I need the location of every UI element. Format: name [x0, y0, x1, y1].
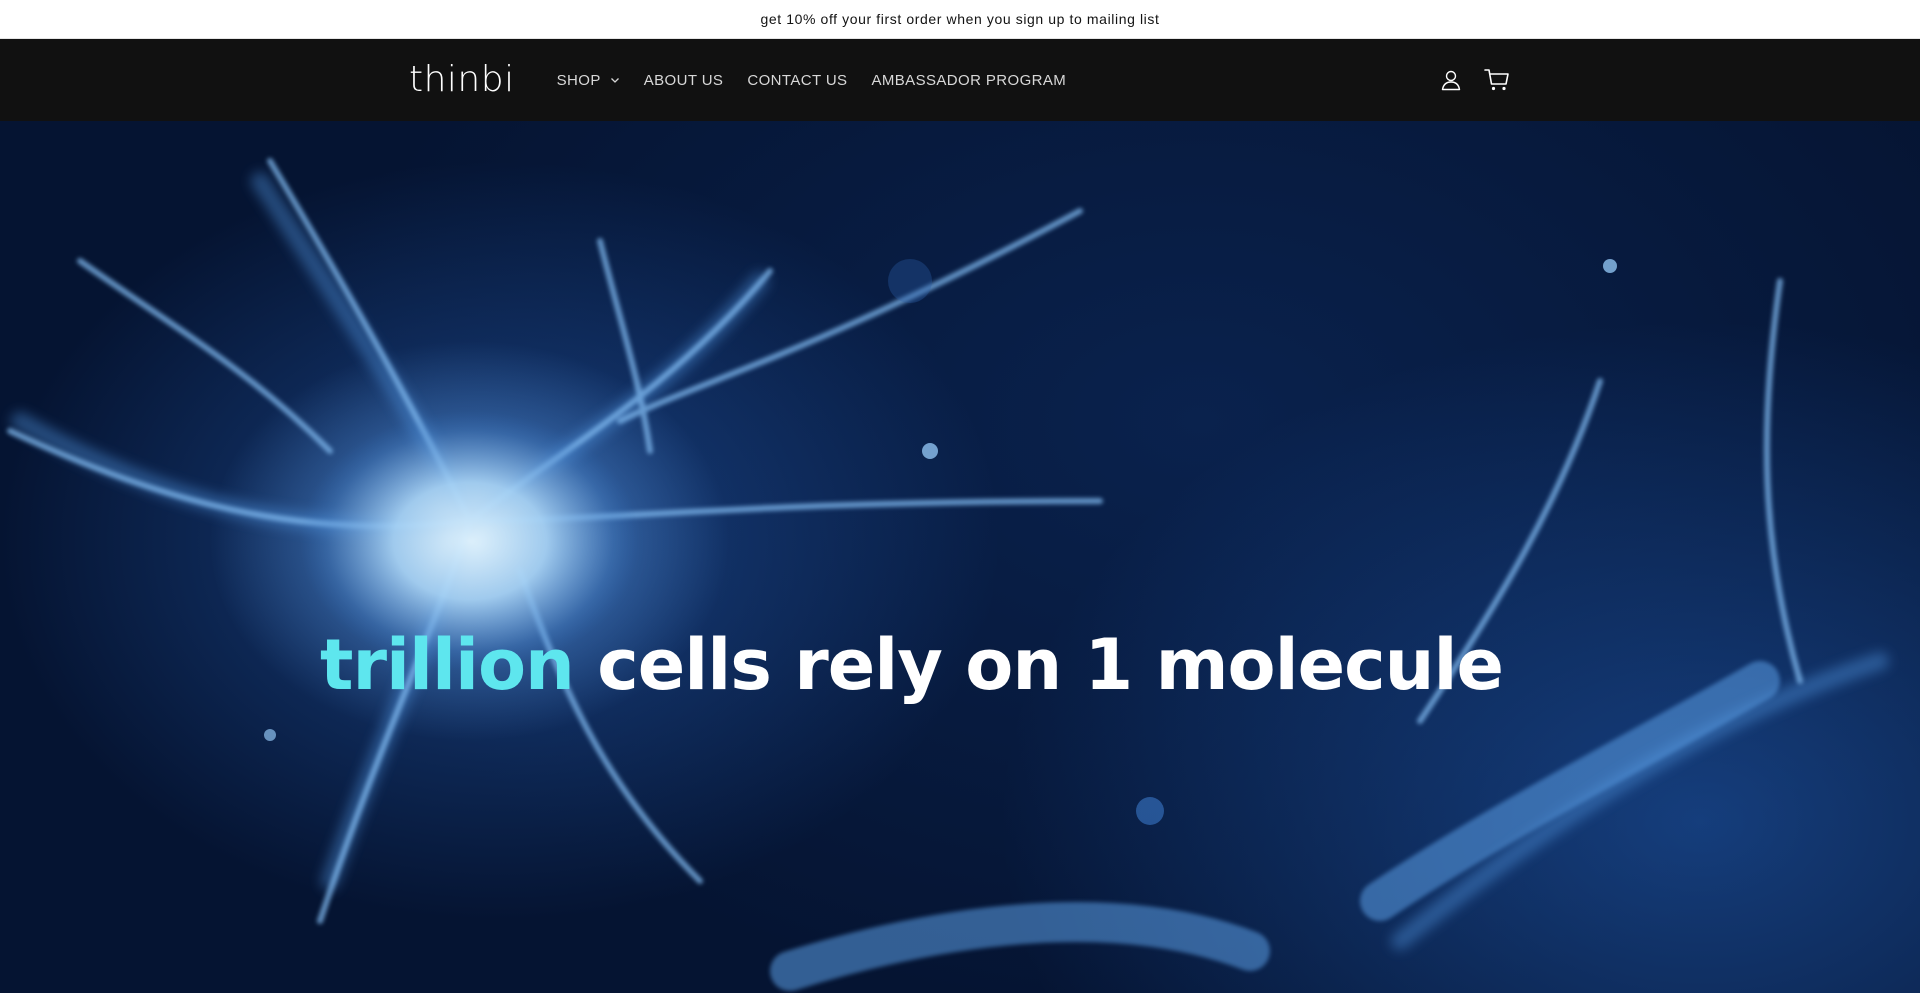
account-icon[interactable] — [1437, 66, 1465, 94]
site-header: thinbi SHOP ABOUT US CONTACT US AMBASSAD… — [0, 39, 1920, 121]
nav-item-label: SHOP — [556, 71, 601, 89]
header-icons — [1437, 66, 1511, 94]
nav-item-label: ABOUT US — [643, 71, 724, 89]
hero-headline-accent: trillion — [320, 624, 575, 706]
nav-item-label: AMBASSADOR PROGRAM — [871, 71, 1067, 89]
nav-item-ambassador-program[interactable]: AMBASSADOR PROGRAM — [859, 72, 1078, 89]
cart-icon[interactable] — [1483, 66, 1511, 94]
announcement-bar: get 10% off your first order when you si… — [0, 0, 1920, 39]
nav-item-label: CONTACT US — [747, 71, 848, 89]
nav-item-contact-us[interactable]: CONTACT US — [735, 72, 859, 89]
neuron-background-image — [7, 158, 1889, 991]
announcement-text: get 10% off your first order when you si… — [760, 11, 1160, 27]
chevron-down-icon — [610, 78, 619, 83]
site-logo[interactable]: thinbi — [409, 62, 515, 98]
hero-headline-rest: cells rely on 1 molecule — [573, 624, 1504, 706]
nav-item-shop[interactable]: SHOP — [545, 72, 632, 89]
main-nav: SHOP ABOUT US CONTACT US AMBASSADOR PROG… — [545, 72, 1079, 89]
hero-banner: trillion cells rely on 1 molecule — [0, 121, 1920, 993]
nav-item-about-us[interactable]: ABOUT US — [632, 72, 736, 89]
hero-headline: trillion cells rely on 1 molecule — [320, 630, 1504, 700]
